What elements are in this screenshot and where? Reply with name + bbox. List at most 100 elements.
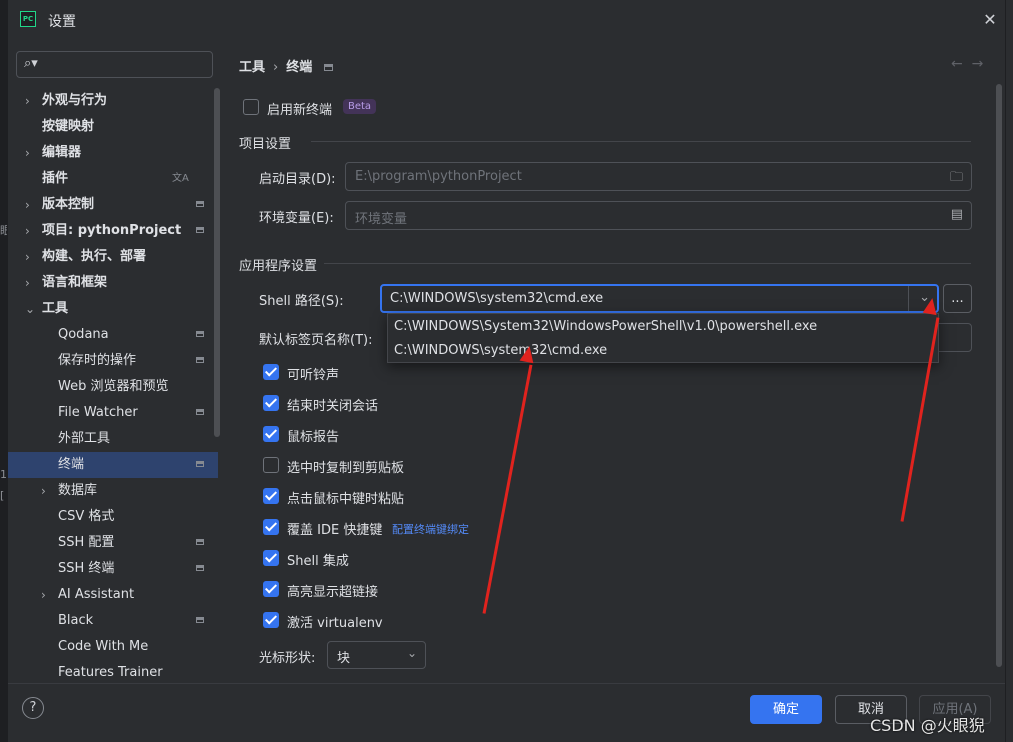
project-settings-heading: 项目设置: [239, 137, 292, 152]
chevron-right-icon[interactable]: ›: [25, 218, 35, 244]
chevron-down-icon[interactable]: ⌄: [25, 296, 35, 322]
sidebar-item[interactable]: 按键映射: [8, 114, 218, 140]
sidebar-item[interactable]: › 构建、执行、部署: [8, 244, 218, 270]
chevron-right-icon[interactable]: ›: [25, 192, 35, 218]
sidebar-scrollbar[interactable]: [214, 88, 220, 437]
sidebar-item-label: 编辑器: [42, 145, 82, 160]
sidebar-item[interactable]: ⌄ 工具: [8, 296, 218, 322]
sidebar-item[interactable]: 插件 文A: [8, 166, 218, 192]
watermark: CSDN @火眼猊: [870, 716, 985, 735]
chevron-right-icon[interactable]: ›: [41, 478, 51, 504]
chevron-right-icon[interactable]: ›: [25, 88, 35, 114]
cursor-shape-select[interactable]: 块 ⌄: [327, 641, 426, 669]
settings-search-input[interactable]: ⌕▾: [16, 51, 213, 78]
option-checkbox[interactable]: [263, 550, 279, 566]
chevron-right-icon[interactable]: ›: [41, 582, 51, 608]
project-scope-icon: [196, 539, 204, 545]
sidebar-item[interactable]: Black: [8, 608, 218, 634]
option-label: 结束时关闭会话: [287, 399, 379, 414]
sidebar-item[interactable]: SSH 配置: [8, 530, 218, 556]
sidebar-item[interactable]: › AI Assistant: [8, 582, 218, 608]
forward-arrow-icon[interactable]: →: [972, 56, 984, 72]
sidebar-item-label: 外观与行为: [42, 93, 108, 108]
breadcrumb-current: 终端: [286, 60, 313, 75]
enable-new-terminal-checkbox[interactable]: [243, 99, 259, 115]
enable-new-terminal-label: 启用新终端: [267, 103, 333, 118]
chevron-right-icon[interactable]: ›: [25, 270, 35, 296]
option-checkbox[interactable]: [263, 612, 279, 628]
sidebar-item[interactable]: › 编辑器: [8, 140, 218, 166]
sidebar-item[interactable]: › 数据库: [8, 478, 218, 504]
sidebar-item-label: AI Assistant: [58, 587, 135, 602]
sidebar-item[interactable]: Features Trainer: [8, 660, 218, 683]
option-checkbox[interactable]: [263, 426, 279, 442]
chevron-right-icon[interactable]: ›: [25, 140, 35, 166]
sidebar-item[interactable]: › 版本控制: [8, 192, 218, 218]
sidebar-item-label: 工具: [42, 301, 69, 316]
project-scope-icon: [196, 331, 204, 337]
help-icon[interactable]: ?: [22, 697, 44, 719]
folder-icon[interactable]: 🗀: [950, 168, 963, 190]
sidebar-item-label: 保存时的操作: [58, 353, 137, 368]
breadcrumb-parent[interactable]: 工具: [239, 56, 265, 75]
sidebar-item[interactable]: 终端: [8, 452, 218, 478]
sidebar-item[interactable]: SSH 终端: [8, 556, 218, 582]
option-checkbox[interactable]: [263, 519, 279, 535]
option-checkbox[interactable]: [263, 457, 279, 473]
project-scope-icon: [324, 64, 334, 71]
footer-divider: [8, 683, 1005, 684]
browse-shell-button[interactable]: ...: [943, 284, 972, 313]
sidebar-item[interactable]: › 项目: pythonProject: [8, 218, 218, 244]
back-arrow-icon[interactable]: ←: [951, 56, 963, 72]
project-scope-icon: [196, 617, 204, 623]
sidebar-item-label: Black: [58, 613, 94, 628]
sidebar-item[interactable]: Code With Me: [8, 634, 218, 660]
chevron-down-icon: ⌄: [406, 646, 417, 660]
title-bar: PC 设置 ✕: [8, 0, 1005, 40]
translate-icon: 文A: [172, 173, 189, 184]
sidebar-item[interactable]: CSV 格式: [8, 504, 218, 530]
close-icon[interactable]: ✕: [980, 10, 1000, 30]
sidebar-item[interactable]: › 外观与行为: [8, 88, 218, 114]
sidebar-item[interactable]: › 语言和框架: [8, 270, 218, 296]
option-checkbox[interactable]: [263, 581, 279, 597]
env-vars-label: 环境变量(E):: [259, 211, 334, 226]
annotation-arrow: [482, 364, 533, 614]
sidebar-item[interactable]: 外部工具: [8, 426, 218, 452]
sidebar-item[interactable]: File Watcher: [8, 400, 218, 426]
document-icon[interactable]: ▤: [951, 207, 963, 222]
sidebar-item-label: SSH 终端: [58, 561, 115, 576]
option-checkbox[interactable]: [263, 364, 279, 380]
divider: [311, 141, 971, 142]
divider: [324, 263, 971, 264]
sidebar-item[interactable]: 保存时的操作: [8, 348, 218, 374]
dropdown-option[interactable]: C:\WINDOWS\system32\cmd.exe: [394, 339, 607, 363]
sidebar-item[interactable]: Qodana: [8, 322, 218, 348]
ok-button[interactable]: 确定: [750, 695, 822, 724]
sidebar-item-label: 终端: [58, 457, 85, 472]
sidebar-item[interactable]: Web 浏览器和预览: [8, 374, 218, 400]
shell-path-value: C:\WINDOWS\system32\cmd.exe: [390, 291, 604, 306]
sidebar-item-label: File Watcher: [58, 405, 138, 420]
option-checkbox[interactable]: [263, 395, 279, 411]
configure-keybindings-link[interactable]: 配置终端键绑定: [392, 521, 469, 537]
option-label: 覆盖 IDE 快捷键: [287, 523, 383, 538]
option-checkbox[interactable]: [263, 488, 279, 504]
chevron-right-icon[interactable]: ›: [25, 244, 35, 270]
content-scrollbar[interactable]: [996, 84, 1002, 667]
settings-tree: › 外观与行为 按键映射 › 编辑器 插件 文A › 版本控制 › 项目: pythonProjec…: [8, 88, 222, 683]
sidebar-item-label: 项目: pythonProject: [42, 223, 182, 238]
breadcrumb: 工具 › 终端: [239, 56, 334, 75]
start-dir-value: E:\program\pythonProject: [355, 169, 522, 184]
nav-arrows: ← →: [951, 56, 983, 72]
sidebar-item-label: 数据库: [58, 483, 98, 498]
project-scope-icon: [196, 201, 204, 207]
dropdown-option[interactable]: C:\WINDOWS\System32\WindowsPowerShell\v1…: [394, 315, 817, 339]
start-dir-field[interactable]: E:\program\pythonProject 🗀: [345, 162, 972, 191]
sidebar-item-label: 按键映射: [42, 119, 95, 134]
option-label: 可听铃声: [287, 368, 340, 383]
env-vars-field[interactable]: 环境变量 ▤: [345, 201, 972, 230]
env-vars-placeholder: 环境变量: [355, 212, 408, 227]
shell-path-combobox[interactable]: C:\WINDOWS\system32\cmd.exe ⌄: [380, 284, 939, 313]
project-scope-icon: [196, 461, 204, 467]
